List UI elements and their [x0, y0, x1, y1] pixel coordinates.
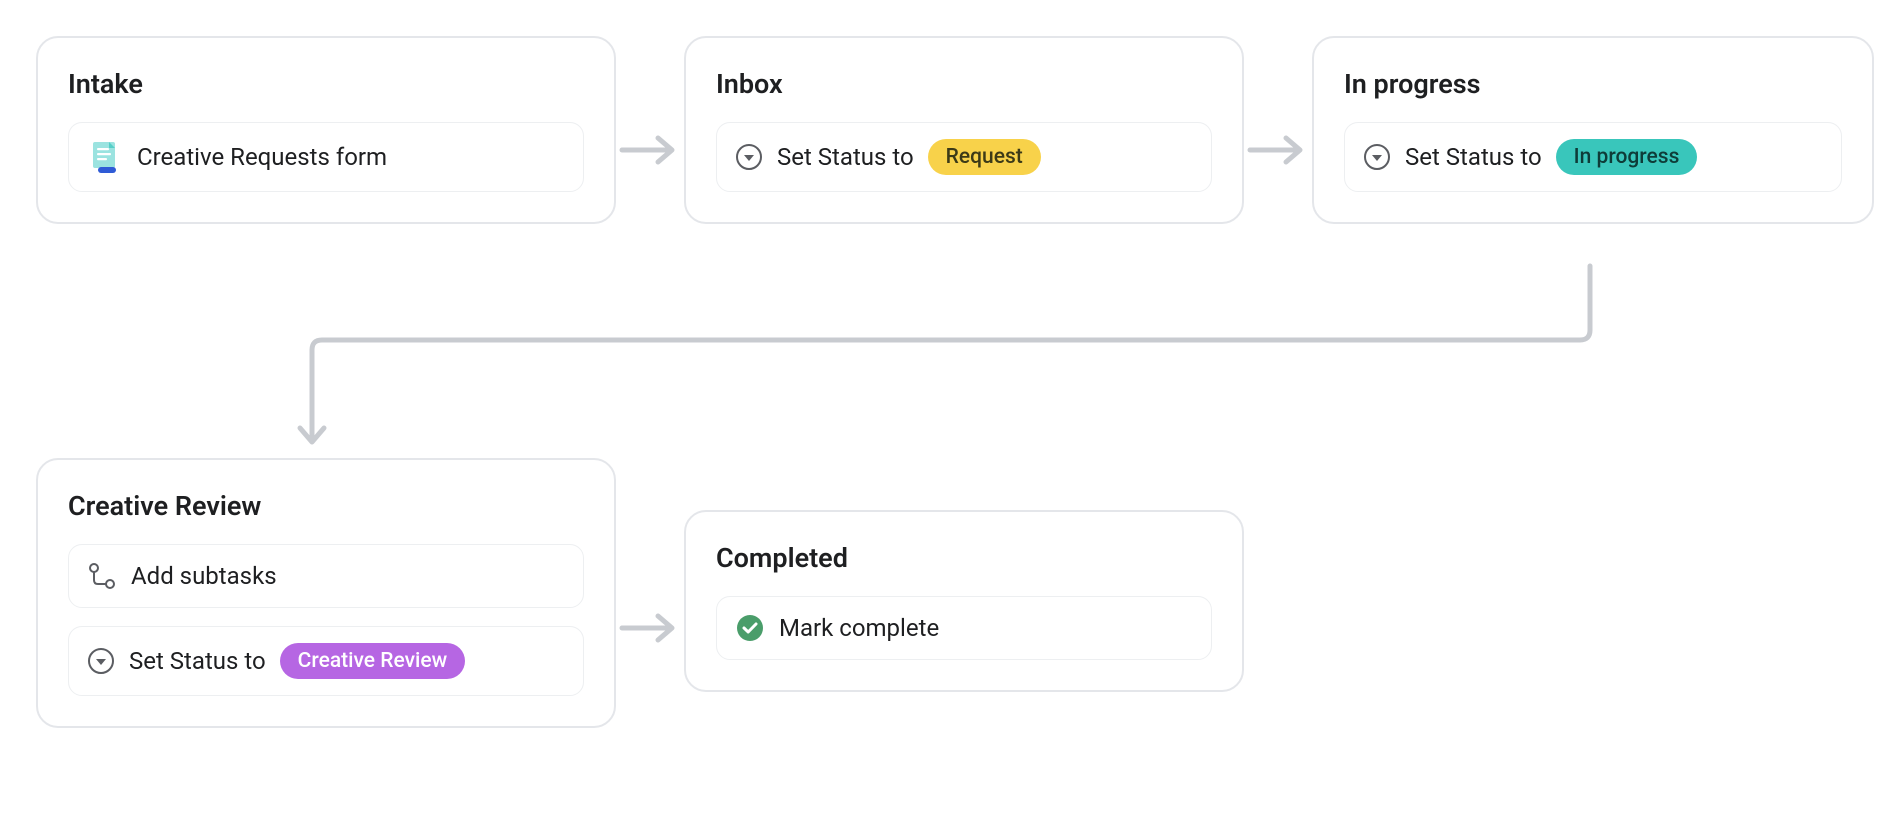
mark-complete-card[interactable]: Mark complete	[716, 596, 1212, 660]
stage-completed: Completed Mark complete	[684, 510, 1244, 692]
creativereview-set-status-label: Set Status to	[129, 647, 266, 675]
add-subtasks-label: Add subtasks	[131, 562, 277, 590]
creativereview-status-pill: Creative Review	[280, 643, 466, 679]
intake-form-label: Creative Requests form	[137, 143, 387, 171]
stage-inbox-title: Inbox	[716, 68, 1212, 100]
subtasks-icon	[87, 561, 117, 591]
arrow-inbox-to-inprogress	[1246, 130, 1308, 170]
add-subtasks-card[interactable]: Add subtasks	[68, 544, 584, 608]
stage-intake: Intake Creative Requests form	[36, 36, 616, 224]
stage-intake-title: Intake	[68, 68, 584, 100]
inprogress-set-status-label: Set Status to	[1405, 143, 1542, 171]
inbox-status-pill: Request	[928, 139, 1041, 175]
inbox-set-status-card[interactable]: Set Status to Request	[716, 122, 1212, 192]
inprogress-status-pill: In progress	[1556, 139, 1698, 175]
stage-completed-title: Completed	[716, 542, 1212, 574]
dropdown-circle-icon	[1363, 143, 1391, 171]
creativereview-set-status-card[interactable]: Set Status to Creative Review	[68, 626, 584, 696]
stage-creative-review-title: Creative Review	[68, 490, 584, 522]
arrow-inprogress-to-creativereview	[280, 260, 1630, 460]
stage-in-progress-title: In progress	[1344, 68, 1842, 100]
dropdown-circle-icon	[87, 647, 115, 675]
inprogress-set-status-card[interactable]: Set Status to In progress	[1344, 122, 1842, 192]
inbox-set-status-label: Set Status to	[777, 143, 914, 171]
form-icon	[87, 139, 123, 175]
arrow-intake-to-inbox	[618, 130, 680, 170]
stage-in-progress: In progress Set Status to In progress	[1312, 36, 1874, 224]
mark-complete-label: Mark complete	[779, 614, 939, 642]
check-circle-icon	[735, 613, 765, 643]
stage-inbox: Inbox Set Status to Request	[684, 36, 1244, 224]
stage-creative-review: Creative Review Add subtasks Set Status …	[36, 458, 616, 728]
intake-form-card[interactable]: Creative Requests form	[68, 122, 584, 192]
dropdown-circle-icon	[735, 143, 763, 171]
arrow-creativereview-to-completed	[618, 608, 680, 648]
